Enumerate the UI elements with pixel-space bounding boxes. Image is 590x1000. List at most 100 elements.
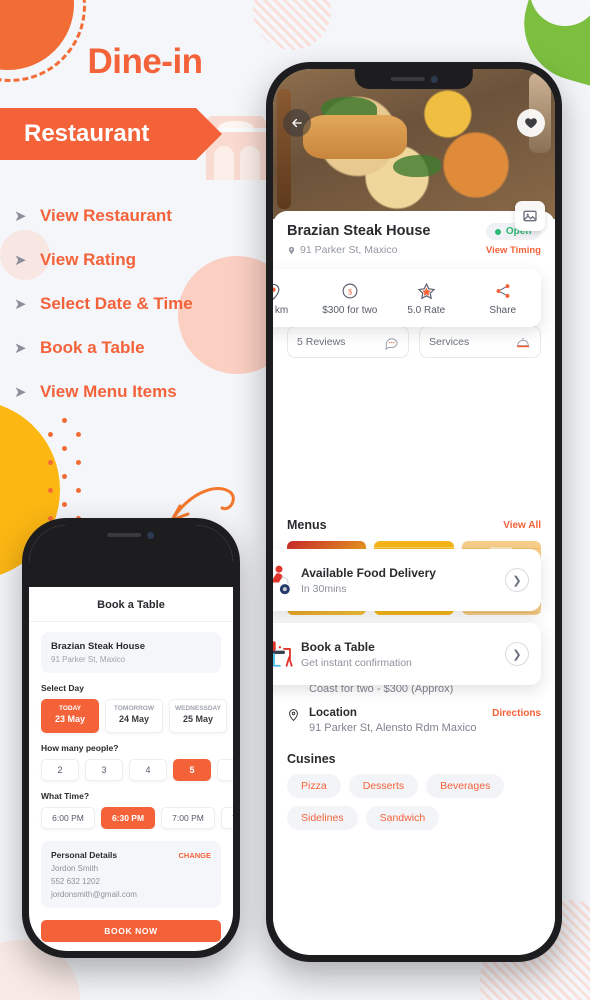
card-title: Available Food Delivery [301,565,436,580]
status-dot-icon [494,228,501,235]
customer-name: Jordon Smith [51,864,99,873]
feature-list: ➤ View Restaurant ➤ View Rating ➤ Select… [0,194,290,414]
cuisine-tag[interactable]: Sandwich [365,806,440,830]
restaurant-name: Brazian Steak House [287,223,431,239]
stat-share[interactable]: Share [465,280,542,316]
directions-link[interactable]: Directions [492,708,541,719]
page-title: Dine-in [87,42,203,81]
time-option[interactable]: 7:00 PM [161,807,215,829]
day-name: TOMORROW [114,705,154,712]
front-camera [147,531,155,539]
hero-knife [277,89,291,209]
time-option-selected[interactable]: 6:30 PM [101,807,155,829]
action-card-delivery[interactable]: Available Food Delivery In 30mins ❯ [273,549,541,611]
select-day-label: Select Day [41,683,84,693]
restaurant-address: 91 Parker St, Maxico [287,244,430,256]
promo-panel: Dine-in Restaurant ➤ View Restaurant ➤ V… [0,0,290,414]
stat-label: Share [489,305,517,316]
info-value: 91 Parker St, Alensto Rdm Maxico [309,722,477,734]
action-card-book-table[interactable]: Book a Table Get instant confirmation ❯ [273,623,541,685]
phone-booking: Book a Table Brazian Steak House 91 Park… [22,518,240,958]
stat-label: $300 for two [322,305,378,316]
day-option-wednesday[interactable]: WEDNESSDAY 25 May [169,699,227,733]
stat-cost[interactable]: $ $300 for two [312,280,389,316]
stat-rating[interactable]: 5.0 Rate [388,280,465,316]
map-pin-icon [288,246,295,254]
cuisine-tag[interactable]: Beverages [426,774,505,798]
address-text: 91 Parker St, Maxico [300,244,398,256]
people-option[interactable]: 4 [129,759,167,781]
people-option[interactable]: 2 [41,759,79,781]
stat-distance[interactable]: 2.2 km [273,280,312,316]
stat-label: 5.0 Rate [407,305,446,316]
arrow-bullet-icon: ➤ [14,296,27,313]
gallery-image-icon[interactable] [515,201,545,231]
chevron-right-icon[interactable]: ❯ [505,568,529,592]
arrow-bullet-icon: ➤ [14,252,27,269]
cuisine-tag[interactable]: Desserts [348,774,419,798]
feature-label: Book a Table [40,338,145,357]
personal-details-title: Personal Details [51,850,118,860]
hero-burger [303,115,407,159]
restaurant-header: Brazian Steak House 91 Parker St, Maxico… [273,211,555,262]
ribbon-badge: Restaurant [0,108,222,160]
arrow-bullet-icon: ➤ [14,208,27,225]
chevron-right-icon[interactable]: ❯ [505,642,529,666]
menus-title: Menus [287,518,327,532]
list-item: ➤ Select Date & Time [14,282,290,326]
day-option-tomorrow[interactable]: TOMORROW 24 May [105,699,163,733]
people-option-selected[interactable]: 5 [173,759,211,781]
customer-email: jordonsmith@gmail.com [51,890,137,899]
info-title: Location [309,707,357,719]
restaurant-stats-card: 2.2 km $ $300 for two 5.0 Rate [273,269,541,327]
chat-bubble-icon [385,337,398,350]
map-pin-icon [287,707,309,734]
list-item: ➤ Book a Table [14,326,290,370]
services-pill[interactable]: Services [419,326,541,358]
heart-icon[interactable] [517,109,545,137]
info-row-location: Location Directions 91 Parker St, Alenst… [287,707,541,734]
list-item: ➤ View Menu Items [14,370,290,414]
people-option[interactable]: 6 [217,759,233,781]
view-timing-link[interactable]: View Timing [486,245,541,256]
people-count-label: How many people? [41,743,119,753]
day-selector: TODAY 23 May TOMORROW 24 May WEDNESSDAY … [41,699,227,733]
ribbon-label: Restaurant [24,120,150,147]
list-item: ➤ View Restaurant [14,194,290,238]
restaurant-hero-image [273,69,555,231]
reviews-pill[interactable]: 5 Reviews [287,326,409,358]
time-selector: 6:00 PM 6:30 PM 7:00 PM 7:30 PM [41,807,233,829]
phone-notch [354,69,474,89]
change-details-link[interactable]: CHANGE [178,851,211,860]
cuisine-tag[interactable]: Sidelines [287,806,358,830]
day-option-today[interactable]: TODAY 23 May [41,699,99,733]
time-option[interactable]: 6:00 PM [41,807,95,829]
cuisine-tag[interactable]: Pizza [287,774,341,798]
list-item: ➤ View Rating [14,238,290,282]
booking-restaurant-card: Brazian Steak House 91 Parker St, Maxico [41,632,221,673]
booking-restaurant-name: Brazian Steak House [51,641,145,652]
book-now-button[interactable]: BOOK NOW [41,920,221,942]
stat-label: 2.2 km [273,305,289,316]
day-date: 24 May [118,714,150,724]
time-option[interactable]: 7:30 PM [221,807,233,829]
card-title: Book a Table [301,639,375,654]
booking-body: Brazian Steak House 91 Parker St, Maxico… [29,622,233,951]
menus-view-all-link[interactable]: View All [503,520,541,531]
feature-label: View Restaurant [40,206,172,225]
phone-notch [88,525,174,545]
arrow-bullet-icon: ➤ [14,340,27,357]
booking-title: Book a Table [29,587,233,622]
back-arrow-icon[interactable] [283,109,311,137]
people-option[interactable]: 3 [85,759,123,781]
svg-text:$: $ [348,287,352,296]
cuisines-section: Cusines Pizza Desserts Beverages Sidelin… [273,752,555,830]
star-icon [388,280,465,302]
time-label: What Time? [41,791,90,801]
day-date: 25 May [182,714,214,724]
share-icon [465,280,542,302]
cuisines-title: Cusines [287,752,336,766]
speaker-grill [390,77,425,81]
reviews-label: 5 Reviews [297,336,346,348]
hero-greens [393,155,441,177]
